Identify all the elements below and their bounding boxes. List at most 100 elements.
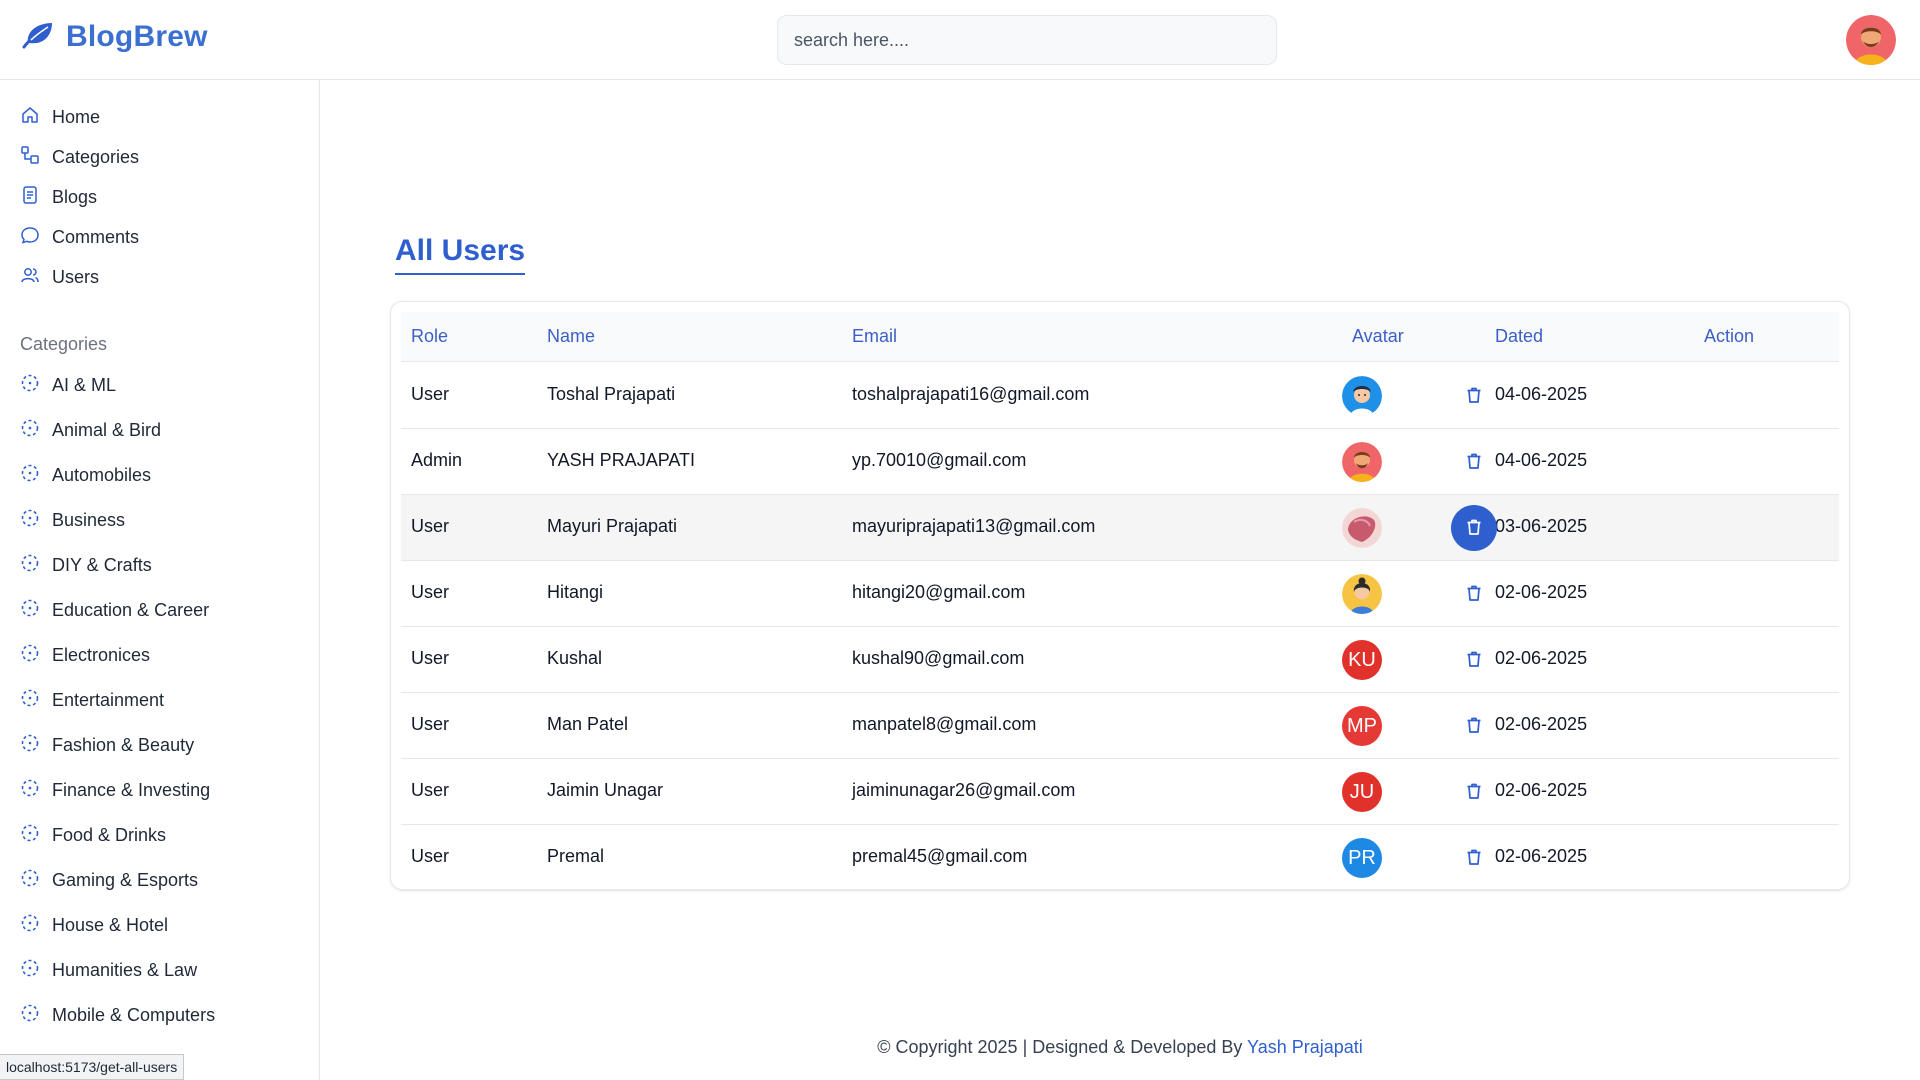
footer-author-link[interactable]: Yash Prajapati bbox=[1247, 1037, 1363, 1057]
cell-dated: 04-06-2025 bbox=[1495, 384, 1588, 404]
delete-user-button[interactable] bbox=[1451, 637, 1497, 683]
cell-dated: 03-06-2025 bbox=[1495, 516, 1588, 536]
sidebar-category-item[interactable]: Business bbox=[20, 507, 125, 533]
sidebar-category-item[interactable]: DIY & Crafts bbox=[20, 552, 152, 578]
user-avatar bbox=[1342, 574, 1382, 614]
user-avatar bbox=[1342, 442, 1382, 482]
table-header: Role Name Email Avatar Dated Action bbox=[401, 312, 1839, 362]
cell-role: User bbox=[411, 714, 450, 734]
sidebar-category-label: Automobiles bbox=[52, 464, 152, 485]
dashed-circle-icon bbox=[20, 373, 40, 398]
cell-role: User bbox=[411, 846, 450, 866]
sidebar-category-item[interactable]: Animal & Bird bbox=[20, 417, 161, 443]
cell-dated: 02-06-2025 bbox=[1495, 846, 1588, 866]
categories-heading: Categories bbox=[20, 334, 108, 354]
sidebar-item-categories[interactable]: Categories bbox=[20, 144, 139, 170]
delete-user-button[interactable] bbox=[1451, 835, 1497, 881]
sidebar-item-label: Users bbox=[52, 266, 100, 287]
sidebar-item-label: Comments bbox=[52, 226, 140, 247]
cell-role: User bbox=[411, 582, 450, 602]
cell-dated: 02-06-2025 bbox=[1495, 582, 1588, 602]
sidebar-item-comments[interactable]: Comments bbox=[20, 224, 139, 250]
cell-email: jaiminunagar26@gmail.com bbox=[852, 780, 1076, 800]
sidebar-item-blogs[interactable]: Blogs bbox=[20, 184, 97, 210]
delete-user-button[interactable] bbox=[1451, 769, 1497, 815]
page-title: All Users bbox=[395, 233, 526, 275]
trash-icon bbox=[1464, 847, 1484, 870]
sidebar-category-item[interactable]: Mobile & Computers bbox=[20, 1002, 215, 1028]
sidebar-category-item[interactable]: Gaming & Esports bbox=[20, 867, 198, 893]
sidebar-category-item[interactable]: House & Hotel bbox=[20, 912, 168, 938]
cell-email: manpatel8@gmail.com bbox=[852, 714, 1037, 734]
dashed-circle-icon bbox=[20, 958, 40, 983]
cell-name: YASH PRAJAPATI bbox=[547, 450, 696, 470]
dashed-circle-icon bbox=[20, 778, 40, 803]
table-row: Admin YASH PRAJAPATI yp.70010@gmail.com 04-… bbox=[401, 429, 1839, 495]
table-row: User Kushal kushal90@gmail.com KU 02-06-2025 bbox=[401, 627, 1839, 693]
delete-user-button[interactable] bbox=[1451, 373, 1497, 419]
table-row: User Mayuri Prajapati mayuriprajapati13@gm… bbox=[401, 495, 1839, 561]
cell-role: User bbox=[411, 384, 450, 404]
dashed-circle-icon bbox=[20, 913, 40, 938]
table-row: User Man Patel manpatel8@gmail.com MP 02-06-… bbox=[401, 693, 1839, 759]
cell-name: Jaimin Unagar bbox=[547, 780, 664, 800]
column-header-dated: Dated bbox=[1495, 326, 1544, 346]
sidebar-category-item[interactable]: Entertainment bbox=[20, 687, 164, 713]
delete-user-button[interactable] bbox=[1451, 571, 1497, 617]
table-row: User Hitangi hitangi20@gmail.com 02-06-2025 bbox=[401, 561, 1839, 627]
trash-icon bbox=[1464, 781, 1484, 804]
trash-icon bbox=[1464, 451, 1484, 474]
sidebar-category-label: Mobile & Computers bbox=[52, 1004, 216, 1025]
user-avatar bbox=[1342, 376, 1382, 416]
delete-user-button[interactable] bbox=[1451, 703, 1497, 749]
sidebar-category-label: Gaming & Esports bbox=[52, 869, 199, 890]
sidebar-category-item[interactable]: Fashion & Beauty bbox=[20, 732, 194, 758]
dashed-circle-icon bbox=[20, 643, 40, 668]
cell-name: Toshal Prajapati bbox=[547, 384, 676, 404]
column-header-avatar: Avatar bbox=[1352, 326, 1404, 346]
sidebar-category-item[interactable]: Education & Career bbox=[20, 597, 209, 623]
profile-avatar[interactable] bbox=[1846, 15, 1896, 65]
cell-email: premal45@gmail.com bbox=[852, 846, 1028, 866]
sidebar-category-item[interactable]: Electronices bbox=[20, 642, 150, 668]
sidebar-category-item[interactable]: Automobiles bbox=[20, 462, 151, 488]
sidebar-category-label: Entertainment bbox=[52, 689, 165, 710]
sidebar-item-home[interactable]: Home bbox=[20, 104, 100, 130]
sidebar: Home Categories Blogs Comments Users Cat… bbox=[0, 80, 320, 1080]
blogs-icon bbox=[20, 185, 40, 210]
dashed-circle-icon bbox=[20, 733, 40, 758]
footer-copyright: © Copyright 2025 | Designed & Developed … bbox=[877, 1037, 1248, 1057]
cell-dated: 04-06-2025 bbox=[1495, 450, 1588, 470]
column-header-email: Email bbox=[852, 326, 898, 346]
brand-logo[interactable]: BlogBrew bbox=[22, 20, 208, 54]
trash-icon bbox=[1464, 649, 1484, 672]
user-avatar-initials: KU bbox=[1342, 640, 1382, 680]
user-avatar-initials: PR bbox=[1342, 838, 1382, 878]
delete-user-button[interactable] bbox=[1451, 439, 1497, 485]
sidebar-category-label: Business bbox=[52, 509, 126, 530]
sidebar-category-item[interactable]: Finance & Investing bbox=[20, 777, 210, 803]
cell-role: User bbox=[411, 648, 450, 668]
dashed-circle-icon bbox=[20, 508, 40, 533]
comment-icon bbox=[20, 225, 40, 250]
sidebar-category-label: House & Hotel bbox=[52, 914, 169, 935]
footer: © Copyright 2025 | Designed & Developed … bbox=[0, 1037, 1920, 1058]
sidebar-category-label: Education & Career bbox=[52, 599, 210, 620]
sidebar-item-users[interactable]: Users bbox=[20, 264, 99, 290]
trash-icon bbox=[1464, 715, 1484, 738]
user-avatar-initials: JU bbox=[1342, 772, 1382, 812]
top-header: BlogBrew bbox=[0, 0, 1920, 80]
sidebar-category-item[interactable]: AI & ML bbox=[20, 372, 116, 398]
user-avatar-initials: MP bbox=[1342, 706, 1382, 746]
leaf-logo-icon bbox=[22, 21, 54, 54]
sidebar-category-label: Food & Drinks bbox=[52, 824, 167, 845]
sidebar-category-item[interactable]: Humanities & Law bbox=[20, 957, 197, 983]
search-input[interactable] bbox=[777, 15, 1277, 65]
delete-user-button[interactable] bbox=[1451, 505, 1497, 551]
dashed-circle-icon bbox=[20, 598, 40, 623]
categories-icon bbox=[20, 145, 40, 170]
sidebar-category-item[interactable]: Food & Drinks bbox=[20, 822, 166, 848]
column-header-role: Role bbox=[411, 326, 449, 346]
sidebar-item-label: Categories bbox=[52, 146, 140, 167]
cell-name: Kushal bbox=[547, 648, 603, 668]
